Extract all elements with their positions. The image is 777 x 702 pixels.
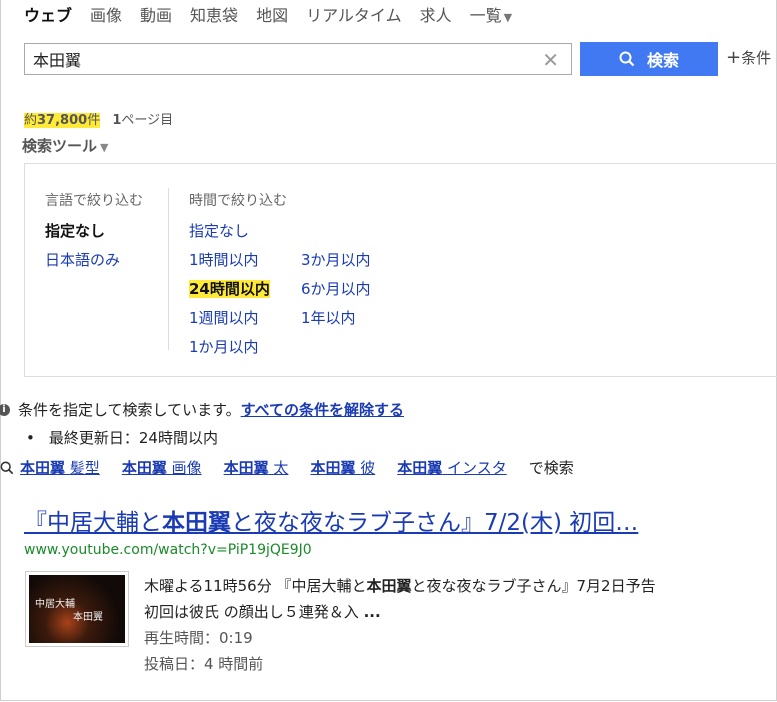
result-url: www.youtube.com/watch?v=PiP19jQE9J0 — [24, 542, 312, 558]
related-search-link[interactable]: 本田翼 彼 — [310, 457, 375, 478]
snippet-line-2: 初回は彼氏 の顔出し５連発＆入 ... — [144, 599, 656, 625]
time-option-1h[interactable]: 1時間以内 — [189, 249, 301, 270]
search-box: ✕ — [24, 43, 572, 75]
divider — [168, 188, 169, 350]
posted-time: 投稿日：4 時間前 — [144, 655, 264, 673]
time-option-6m[interactable]: 6か月以内 — [301, 278, 411, 299]
clear-filters-link[interactable]: すべての条件を解除する — [241, 401, 404, 419]
thumbnail-image: 中居大輔 本田翼 — [29, 575, 125, 643]
vertical-nav: ウェブ 画像 動画 知恵袋 地図 リアルタイム 求人 一覧 ▼ — [24, 2, 512, 26]
clear-icon[interactable]: ✕ — [542, 48, 559, 72]
snippet-bold: 本田翼 — [366, 577, 412, 595]
count-suffix: 件 — [87, 113, 101, 128]
conditions-label: 条件 — [741, 49, 772, 67]
related-main: 本田翼 — [121, 459, 167, 477]
related-main: 本田翼 — [397, 459, 443, 477]
applied-filter-text: 最終更新日：24時間以内 — [48, 429, 218, 447]
applied-filter: • 最終更新日：24時間以内 — [26, 427, 218, 448]
nav-tab-jobs[interactable]: 求人 — [420, 2, 452, 26]
time-option-24h-label: 24時間以内 — [189, 280, 270, 298]
search-input[interactable] — [25, 44, 541, 74]
filter-panel: 言語で絞り込む 指定なし 日本語のみ 時間で絞り込む 指定なし 1時間以内 3か… — [24, 163, 777, 377]
time-option-none[interactable]: 指定なし — [189, 220, 301, 241]
related-main: 本田翼 — [223, 459, 269, 477]
notice-text: 条件を指定して検索しています。 — [18, 401, 241, 419]
snippet-line-1: 木曜よる11時56分 『中居大輔と本田翼と夜な夜なラブ子さん』7月2日予告 — [144, 573, 656, 599]
thumbnail-text: 中居大輔 — [35, 599, 75, 610]
search-button-label: 検索 — [646, 51, 679, 70]
related-search-link[interactable]: 本田翼 太 — [224, 457, 289, 478]
related-extra: 髪型 — [69, 459, 100, 477]
nav-tab-maps[interactable]: 地図 — [256, 2, 288, 26]
nav-tab-web[interactable]: ウェブ — [24, 2, 72, 26]
search-icon — [619, 51, 635, 67]
nav-tab-chiebukuro[interactable]: 知恵袋 — [190, 2, 238, 26]
snippet-post: と夜な夜なラブ子さん』7月2日予告 — [411, 577, 656, 595]
related-extra: 太 — [273, 459, 289, 477]
language-filter-heading: 言語で絞り込む — [45, 193, 143, 209]
count-number: 37,800 — [37, 113, 88, 128]
related-tail: で検索 — [528, 459, 574, 477]
snippet-pre: 木曜よる11時56分 『中居大輔と — [144, 577, 367, 595]
time-option-1w[interactable]: 1週間以内 — [189, 307, 301, 328]
result-snippet: 木曜よる11時56分 『中居大輔と本田翼と夜な夜なラブ子さん』7月2日予告 初回… — [144, 573, 656, 677]
search-tools-label: 検索ツール — [22, 137, 98, 155]
bullet-icon: • — [26, 429, 35, 447]
time-filter: 時間で絞り込む 指定なし 1時間以内 3か月以内 24時間以内 6か月以内 1週… — [189, 190, 411, 357]
nav-tab-realtime[interactable]: リアルタイム — [306, 2, 402, 26]
results-count: 約37,800件 1ページ目 — [24, 109, 173, 128]
count-highlight: 約37,800件 — [24, 113, 101, 128]
time-option-1mo[interactable]: 1か月以内 — [189, 336, 301, 357]
related-main: 本田翼 — [20, 459, 66, 477]
count-prefix: 約 — [24, 113, 38, 128]
related-extra: 画像 — [171, 459, 202, 477]
conditions-toggle[interactable]: +条件 — [726, 47, 771, 68]
language-option-japanese[interactable]: 日本語のみ — [45, 249, 143, 270]
time-option-1y[interactable]: 1年以内 — [301, 307, 411, 328]
nav-more-label: 一覧 — [469, 6, 502, 25]
related-search-link[interactable]: 本田翼 画像 — [122, 457, 202, 478]
nav-more-menu[interactable]: 一覧 ▼ — [470, 2, 512, 26]
page-indicator: 1ページ目 — [112, 113, 173, 128]
snippet-ellipsis: ... — [363, 603, 381, 621]
result-title-bold: 本田翼 — [162, 510, 231, 536]
result-title-link[interactable]: 『中居大輔と本田翼と夜な夜なラブ子さん』7/2(木) 初回… — [24, 503, 638, 537]
chevron-down-icon: ▼ — [503, 11, 513, 24]
related-search-link[interactable]: 本田翼 インスタ — [397, 457, 507, 478]
related-extra: インスタ — [447, 459, 507, 477]
video-duration: 再生時間：0:19 — [144, 629, 253, 647]
related-search-link[interactable]: 本田翼 髪型 — [20, 457, 100, 478]
chevron-down-icon: ▼ — [100, 141, 109, 154]
nav-tab-images[interactable]: 画像 — [90, 2, 122, 26]
time-option-24h: 24時間以内 — [189, 278, 301, 299]
snippet-line-2-text: 初回は彼氏 の顔出し５連発＆入 — [144, 603, 359, 621]
related-extra: 彼 — [360, 459, 376, 477]
language-filter: 言語で絞り込む 指定なし 日本語のみ — [45, 190, 143, 270]
plus-icon: + — [726, 47, 742, 68]
search-button[interactable]: 検索 — [580, 42, 718, 76]
time-filter-heading: 時間で絞り込む — [189, 193, 287, 209]
related-main: 本田翼 — [310, 459, 356, 477]
time-option-3m[interactable]: 3か月以内 — [301, 249, 411, 270]
related-searches: 本田翼 髪型 本田翼 画像 本田翼 太 本田翼 彼 本田翼 インスタ で検索 — [0, 457, 574, 478]
search-tools-toggle[interactable]: 検索ツール ▼ — [22, 135, 108, 156]
nav-tab-videos[interactable]: 動画 — [140, 2, 172, 26]
result-title-pre: 『中居大輔と — [24, 510, 162, 536]
search-icon — [0, 461, 14, 474]
language-option-none: 指定なし — [45, 222, 106, 240]
filter-notice: i 条件を指定して検索しています。すべての条件を解除する — [0, 399, 404, 420]
thumbnail-text: 本田翼 — [73, 612, 103, 623]
result-title-post: と夜な夜なラブ子さん』7/2(木) 初回… — [231, 510, 639, 536]
page-suffix: ページ目 — [121, 113, 174, 128]
result-thumbnail[interactable]: 中居大輔 本田翼 — [25, 571, 129, 647]
info-icon: i — [0, 403, 10, 416]
